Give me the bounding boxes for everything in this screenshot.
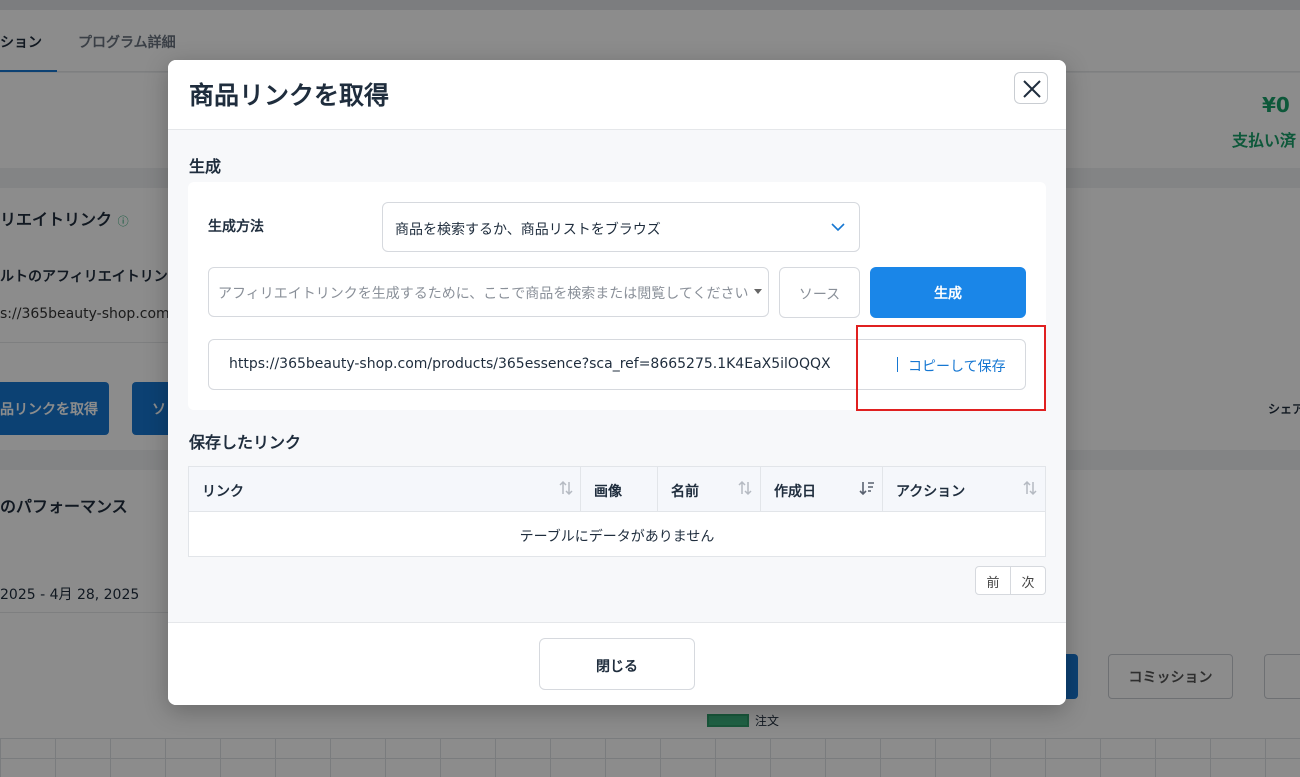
table-empty-message: テーブルにデータがありません [519, 529, 715, 545]
close-modal-button[interactable]: 閉じる [539, 638, 695, 690]
product-search-input[interactable]: アフィリエイトリンクを生成するために、ここで商品を検索または閲覧してください [208, 267, 769, 317]
column-label: 名前 [671, 484, 699, 500]
column-header-name[interactable]: 名前 [658, 467, 761, 512]
pager-next-button[interactable]: 次 [1011, 567, 1045, 594]
source-button[interactable]: ソース [779, 267, 860, 318]
sort-desc-icon [859, 482, 874, 496]
column-header-link[interactable]: リンク [189, 467, 581, 512]
generated-link-url: https://365beauty-shop.com/products/365e… [229, 356, 831, 372]
modal-footer: 閉じる [168, 622, 1066, 705]
modal-title: 商品リンクを取得 [189, 81, 390, 110]
column-header-created[interactable]: 作成日 [761, 467, 883, 512]
column-label: リンク [202, 484, 244, 500]
sort-icon [1023, 480, 1037, 496]
method-label: 生成方法 [208, 219, 264, 235]
caret-down-icon [754, 289, 762, 294]
close-button[interactable] [1014, 72, 1048, 104]
table-header: リンク 画像 名前 作成日 アクション [189, 467, 1045, 512]
generate-section-label: 生成 [189, 157, 222, 176]
saved-links-table: リンク 画像 名前 作成日 アクション テーブルにデータがありません [188, 466, 1046, 557]
column-label: 画像 [594, 484, 622, 500]
sort-icon [559, 480, 573, 496]
column-label: 作成日 [774, 484, 816, 500]
column-header-image: 画像 [581, 467, 658, 512]
search-placeholder: アフィリエイトリンクを生成するために、ここで商品を検索または閲覧してください [218, 286, 749, 302]
method-select[interactable]: 商品を検索するか、商品リストをブラウズ [382, 202, 860, 252]
generate-button[interactable]: 生成 [870, 267, 1026, 318]
column-label: アクション [896, 484, 966, 500]
chevron-down-icon [831, 223, 845, 232]
saved-links-label: 保存したリンク [189, 433, 302, 452]
highlight-annotation [856, 325, 1046, 411]
pagination: 前 次 [975, 566, 1046, 595]
close-icon [1023, 80, 1041, 98]
method-select-value: 商品を検索するか、商品リストをブラウズ [395, 222, 661, 238]
pager-prev-button[interactable]: 前 [976, 567, 1011, 594]
sort-icon [738, 480, 752, 496]
column-header-action[interactable]: アクション [883, 467, 1045, 512]
modal-header: 商品リンクを取得 [168, 60, 1066, 130]
get-product-link-modal: 商品リンクを取得 生成 生成方法 商品を検索するか、商品リストをブラウズ アフィ… [168, 60, 1066, 705]
